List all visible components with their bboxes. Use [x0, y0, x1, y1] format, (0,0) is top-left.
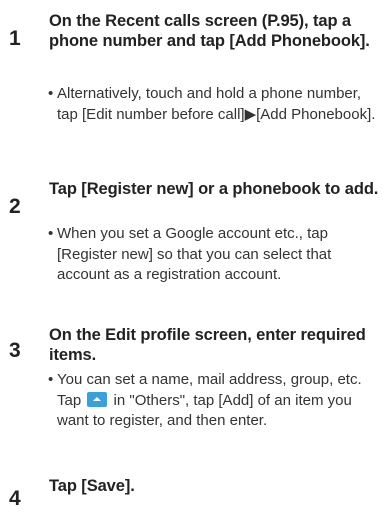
step-title: On the Edit profile screen, enter requir…	[49, 326, 366, 364]
step-bullet: • When you set a Google account etc., ta…	[48, 224, 379, 286]
step-title: On the Recent calls screen (P.95), tap a…	[49, 12, 370, 50]
step-number: 2	[9, 195, 21, 218]
step-title: Tap [Register new] or a phonebook to add…	[49, 180, 379, 198]
step-number: 3	[9, 339, 21, 362]
instruction-page: 1 On the Recent calls screen (P.95), tap…	[0, 0, 383, 521]
bullet-text: When you set a Google account etc., tap …	[57, 225, 332, 283]
bullet-text: Alternatively, touch and hold a phone nu…	[57, 85, 376, 123]
step-bullet: • You can set a name, mail address, grou…	[48, 370, 379, 432]
step-number: 4	[9, 487, 21, 510]
collapse-up-icon	[87, 391, 108, 407]
bullet-dot: •	[48, 225, 54, 242]
bullet-dot: •	[48, 371, 54, 388]
step-bullet: • Alternatively, touch and hold a phone …	[48, 84, 379, 125]
bullet-dot: •	[48, 85, 54, 102]
step-title: Tap [Save].	[49, 477, 135, 495]
step-number: 1	[9, 27, 21, 50]
